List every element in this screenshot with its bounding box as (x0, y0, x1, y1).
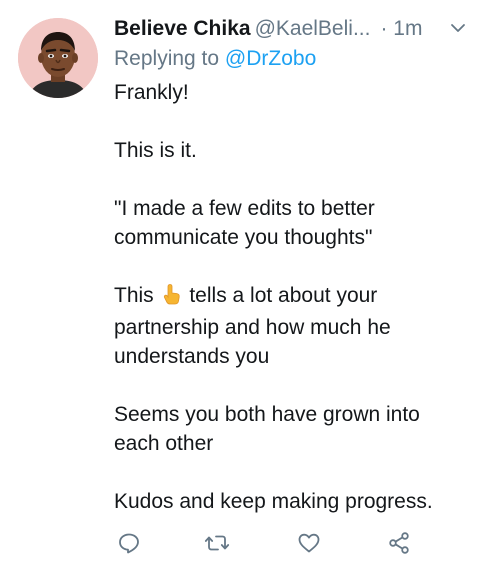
tweet-text: Frankly! This is it. "I made a few edits… (114, 78, 466, 516)
tweet-actions (114, 528, 414, 558)
retweet-icon (204, 535, 230, 551)
avatar[interactable] (18, 18, 98, 98)
reply-icon (119, 533, 139, 554)
tweet-paragraph: "I made a few edits to better communicat… (114, 197, 375, 249)
share-icon (389, 532, 409, 554)
author-name[interactable]: Believe Chika (114, 17, 251, 40)
heart-icon (298, 533, 320, 553)
retweet-button[interactable] (202, 528, 232, 558)
tweet[interactable]: Believe Chika @KaelBeli... · 1m Replying t… (0, 0, 480, 571)
replying-to-label: Replying to (114, 47, 220, 70)
pointing-up-hand-emoji (162, 283, 182, 313)
author-handle[interactable]: @KaelBeli... (255, 17, 371, 40)
reply-button[interactable] (114, 528, 144, 558)
reply-mention-link[interactable]: @DrZobo (225, 47, 316, 70)
tweet-paragraph: This tells a lot about your partnership … (114, 281, 466, 371)
replying-to: Replying to @DrZobo (114, 44, 316, 74)
avatar-image (18, 18, 98, 98)
like-button[interactable] (294, 528, 324, 558)
tweet-timestamp[interactable]: 1m (393, 17, 422, 40)
tweet-paragraph: Kudos and keep making progress. (114, 490, 433, 513)
tweet-paragraph: Seems you both have grown into each othe… (114, 403, 420, 455)
share-button[interactable] (384, 528, 414, 558)
tweet-paragraph-start: This (114, 284, 160, 307)
chevron-down-icon[interactable] (450, 22, 466, 34)
tweet-header: Believe Chika @KaelBeli... · 1m (114, 14, 466, 44)
tweet-paragraph: This is it. (114, 139, 197, 162)
tweet-paragraph: Frankly! (114, 81, 189, 104)
separator-dot: · (380, 17, 388, 40)
